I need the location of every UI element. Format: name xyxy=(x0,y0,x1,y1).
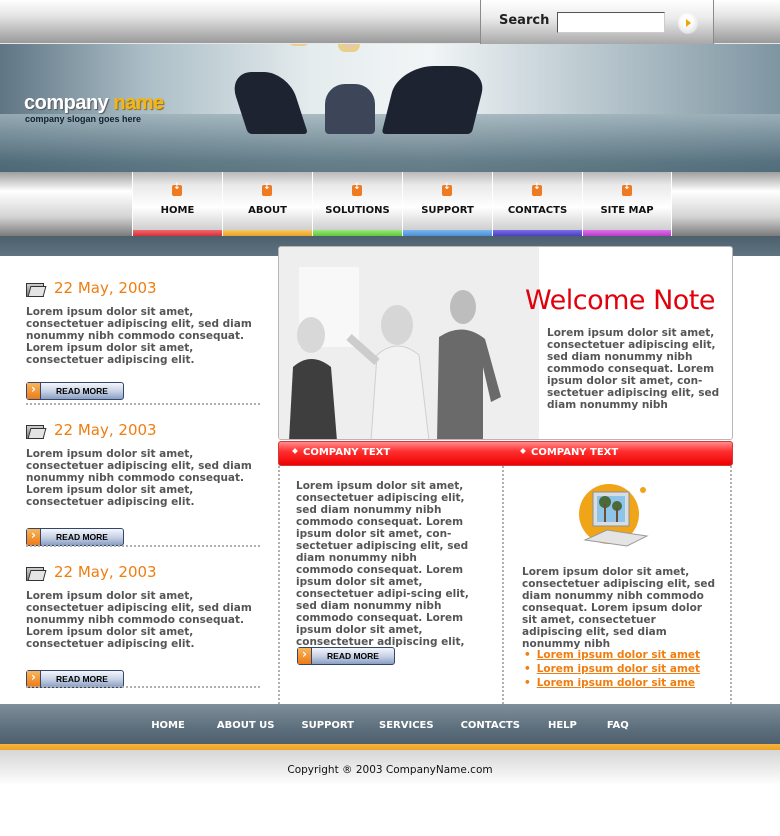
news-text: Lorem ipsum dolor sit amet, consectetuer… xyxy=(26,590,252,650)
read-more-button[interactable]: READ MORE xyxy=(26,382,124,400)
news-date: 22 May, 2003 xyxy=(54,421,157,439)
main-nav: HOME ABOUT SOLUTIONS SUPPORT CONTACTS SI… xyxy=(132,172,672,236)
nav-item-site-map[interactable]: SITE MAP xyxy=(582,172,672,236)
arrow-right-icon xyxy=(27,528,41,545)
news-text: Lorem ipsum dolor sit amet, consectetuer… xyxy=(26,306,252,366)
nav-item-contacts[interactable]: CONTACTS xyxy=(492,172,582,236)
nav-stripe xyxy=(493,230,582,236)
nav-stripe xyxy=(133,230,222,236)
nav-item-support[interactable]: SUPPORT xyxy=(402,172,492,236)
lorem-link[interactable]: Lorem ipsum dolor sit amet xyxy=(537,663,700,675)
company-title-text: COMPANY TEXT xyxy=(303,447,391,458)
read-more-label: READ MORE xyxy=(56,532,108,542)
footer-link-about-us[interactable]: ABOUT US xyxy=(217,720,275,731)
footer-link-services[interactable]: SERVICES xyxy=(379,720,434,731)
nav-label: CONTACTS xyxy=(507,205,568,216)
folder-icon xyxy=(26,565,44,581)
read-more-button[interactable]: READ MORE xyxy=(26,528,124,546)
welcome-photo-people xyxy=(279,247,539,439)
welcome-panel: Welcome Note Lorem ipsum dolor sit amet,… xyxy=(278,246,733,440)
nav-label: ABOUT xyxy=(248,205,287,216)
welcome-text: Lorem ipsum dolor sit amet, consectetuer… xyxy=(547,327,720,411)
read-more-label: READ MORE xyxy=(327,651,379,661)
divider xyxy=(26,403,260,405)
footer-link-help[interactable]: HELP xyxy=(548,720,577,731)
bullet-icon xyxy=(520,448,526,454)
footer-links: HOME ABOUT US SUPPORT SERVICES CONTACTS … xyxy=(0,720,780,731)
company-text-2: Lorem ipsum dolor sit amet, consectetuer… xyxy=(522,566,716,650)
nav-stripe xyxy=(223,230,312,236)
footer-link-support[interactable]: SUPPORT xyxy=(301,720,354,731)
computer-icon xyxy=(579,484,649,547)
nav-item-solutions[interactable]: SOLUTIONS xyxy=(312,172,402,236)
link-list: Lorem ipsum dolor sit amet Lorem ipsum d… xyxy=(524,648,700,690)
arrow-down-icon xyxy=(262,182,272,196)
nav-label: SITE MAP xyxy=(600,205,654,216)
read-more-label: READ MORE xyxy=(56,386,108,396)
nav-stripe xyxy=(403,230,492,236)
arrow-down-icon xyxy=(442,182,452,196)
news-item: 22 May, 2003 Lorem ipsum dolor sit amet,… xyxy=(26,278,264,400)
company-text-1: Lorem ipsum dolor sit amet, consectetuer… xyxy=(296,480,469,648)
nav-label: HOME xyxy=(160,205,195,216)
logo-company: company xyxy=(24,92,109,114)
logo-name: name xyxy=(113,92,164,114)
list-item: Lorem ipsum dolor sit amet xyxy=(524,662,700,676)
divider xyxy=(26,545,260,547)
search-box: Search xyxy=(480,0,714,44)
news-item: 22 May, 2003 Lorem ipsum dolor sit amet,… xyxy=(26,562,264,688)
arrow-down-icon xyxy=(532,182,542,196)
folder-icon xyxy=(26,423,44,439)
news-item: 22 May, 2003 Lorem ipsum dolor sit amet,… xyxy=(26,420,264,546)
company-slogan: company slogan goes here xyxy=(25,114,142,124)
nav-label: SOLUTIONS xyxy=(325,205,390,216)
arrow-right-icon xyxy=(27,382,41,399)
list-item: Lorem ipsum dolor sit ame xyxy=(524,676,700,690)
search-label: Search xyxy=(499,13,550,28)
footer-link-home[interactable]: HOME xyxy=(151,720,185,731)
news-text: Lorem ipsum dolor sit amet, consectetuer… xyxy=(26,448,252,508)
footer-link-faq[interactable]: FAQ xyxy=(607,720,629,731)
copyright-text: Copyright ® 2003 CompanyName.com xyxy=(287,764,493,776)
list-item: Lorem ipsum dolor sit amet xyxy=(524,648,700,662)
read-more-button[interactable]: READ MORE xyxy=(297,647,395,665)
nav-stripe xyxy=(313,230,402,236)
nav-stripe xyxy=(583,230,671,236)
arrow-right-icon xyxy=(27,670,41,687)
company-logo[interactable]: company name xyxy=(24,92,164,115)
search-go-button[interactable] xyxy=(678,12,698,34)
lorem-link[interactable]: Lorem ipsum dolor sit ame xyxy=(537,677,695,689)
search-input[interactable] xyxy=(557,12,665,33)
news-date: 22 May, 2003 xyxy=(54,279,157,297)
arrow-right-icon xyxy=(298,647,312,664)
nav-label: SUPPORT xyxy=(421,205,474,216)
news-date: 22 May, 2003 xyxy=(54,563,157,581)
arrow-down-icon xyxy=(352,182,362,196)
footer-link-contacts[interactable]: CONTACTS xyxy=(461,720,520,731)
nav-item-home[interactable]: HOME xyxy=(132,172,222,236)
nav-item-about[interactable]: ABOUT xyxy=(222,172,312,236)
company-title-text: COMPANY TEXT xyxy=(531,447,619,458)
lorem-link[interactable]: Lorem ipsum dolor sit amet xyxy=(537,649,700,661)
divider xyxy=(26,686,260,688)
arrow-down-icon xyxy=(172,182,182,196)
banner-photo-people xyxy=(227,44,490,134)
company-section-title: COMPANY TEXT xyxy=(520,447,619,458)
welcome-title: Welcome Note xyxy=(525,285,716,316)
company-section-title: COMPANY TEXT xyxy=(292,447,391,458)
company-text-bar: COMPANY TEXT COMPANY TEXT xyxy=(278,441,733,466)
read-more-label: READ MORE xyxy=(56,674,108,684)
folder-icon xyxy=(26,281,44,297)
arrow-down-icon xyxy=(622,182,632,196)
bullet-icon xyxy=(292,448,298,454)
